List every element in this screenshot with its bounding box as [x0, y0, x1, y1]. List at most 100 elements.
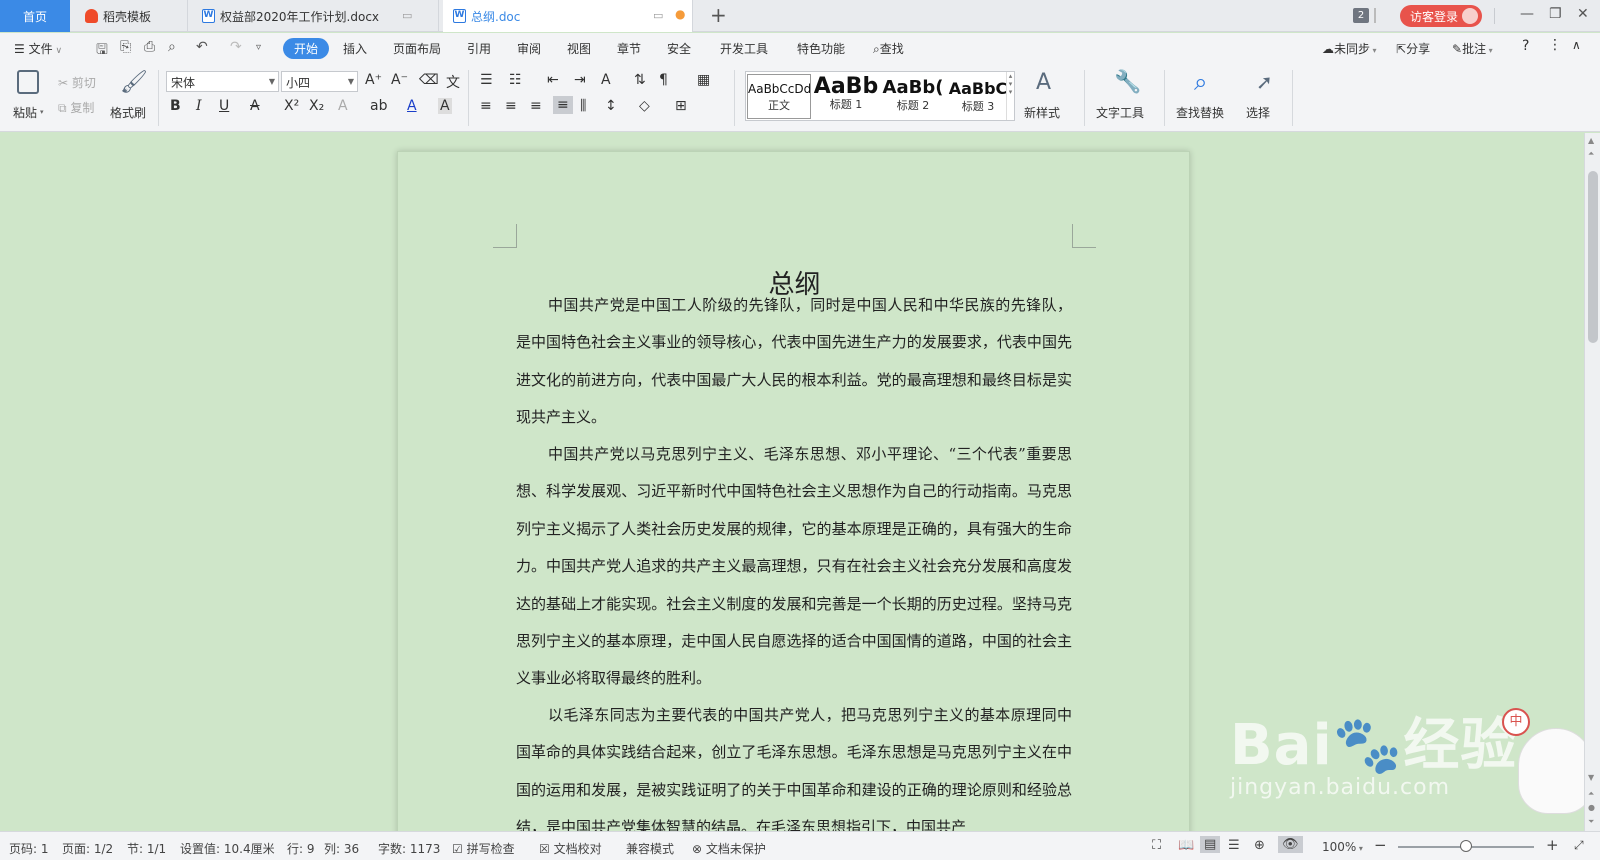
- phonetic-guide-icon[interactable]: 文: [446, 72, 460, 92]
- spell-check-button[interactable]: ☑ 拼写检查: [452, 840, 515, 857]
- decrease-font-icon[interactable]: A⁻: [391, 72, 408, 88]
- doc-paragraph[interactable]: 中国共产党以马克思列宁主义、毛泽东思想、邓小平理论、“三个代表”重要思想、科学发…: [516, 436, 1072, 698]
- italic-icon[interactable]: I: [196, 98, 202, 114]
- tab-insert[interactable]: 插入: [343, 40, 367, 57]
- fit-page-icon[interactable]: ⤢: [1574, 838, 1584, 853]
- zoom-out-icon[interactable]: −: [1374, 836, 1387, 854]
- tab-security[interactable]: 安全: [667, 40, 691, 57]
- copy-button[interactable]: ⧉ 复制: [58, 99, 94, 116]
- redo-icon[interactable]: ↷: [230, 39, 242, 55]
- fullscreen-icon[interactable]: ⛶: [1152, 838, 1161, 853]
- save-icon[interactable]: 🖫: [96, 39, 108, 63]
- share-button[interactable]: ⇱分享: [1396, 40, 1430, 57]
- tab-home[interactable]: 首页: [0, 0, 70, 32]
- bold-icon[interactable]: B: [170, 98, 181, 114]
- text-effect-icon[interactable]: A: [338, 98, 348, 114]
- file-menu[interactable]: ☰ 文件 ∨: [14, 40, 62, 57]
- font-color-icon[interactable]: A: [407, 98, 417, 114]
- export-pdf-icon[interactable]: ⎘: [120, 39, 131, 55]
- format-painter-button[interactable]: 🖌 格式刷: [108, 68, 152, 128]
- text-tools-button[interactable]: 🔧 文字工具: [1094, 68, 1156, 128]
- undo-icon[interactable]: ↶: [196, 39, 208, 55]
- document-page[interactable]: 总纲 中国共产党是中国工人阶级的先锋队，同时是中国人民和中华民族的先锋队，是中国…: [397, 151, 1190, 831]
- customize-toolbar-icon[interactable]: ▿: [256, 42, 261, 53]
- zoom-in-icon[interactable]: +: [1546, 836, 1559, 854]
- clear-format-icon[interactable]: ⌫: [419, 72, 439, 88]
- align-right-icon[interactable]: ≡: [530, 98, 542, 114]
- align-justify-icon[interactable]: ≡: [553, 96, 573, 114]
- char-shading-icon[interactable]: A: [438, 98, 452, 114]
- font-name-select[interactable]: 宋体 ▼: [166, 71, 279, 92]
- monitor-icon[interactable]: ▭: [653, 9, 663, 22]
- page-view-icon[interactable]: ▤: [1200, 836, 1221, 853]
- print-icon[interactable]: ⎙: [144, 39, 155, 55]
- doc-paragraph[interactable]: 以毛泽东同志为主要代表的中国共产党人，把马克思列宁主义的基本原理同中国革命的具体…: [516, 697, 1072, 831]
- tab-developer[interactable]: 开发工具: [720, 40, 768, 57]
- select-browse-icon[interactable]: ●: [1588, 803, 1595, 812]
- doc-protect-button[interactable]: ⊗ 文档未保护: [692, 840, 766, 857]
- print-preview-icon[interactable]: ⌕: [168, 39, 176, 55]
- input-method-badge[interactable]: 中: [1502, 708, 1530, 736]
- status-setting[interactable]: 设置值: 10.4厘米: [180, 840, 275, 857]
- table-icon[interactable]: ▦: [697, 72, 710, 88]
- web-view-icon[interactable]: ⊕: [1254, 838, 1265, 853]
- status-pages[interactable]: 页面: 1/2: [62, 840, 113, 857]
- sort-icon[interactable]: ⇅: [634, 72, 646, 88]
- highlight-icon[interactable]: ab: [370, 98, 387, 114]
- increase-indent-icon[interactable]: ⇥: [574, 72, 586, 88]
- prev-page-icon[interactable]: ⏶: [1588, 149, 1594, 159]
- new-tab-button[interactable]: +: [710, 3, 727, 27]
- status-page-code[interactable]: 页码: 1: [9, 840, 49, 857]
- eye-protection-icon[interactable]: 👁: [1278, 836, 1303, 853]
- style-heading-2[interactable]: AaBb( 标题 2: [881, 74, 945, 119]
- vertical-scrollbar[interactable]: ▲ ⏶ ▼ ⏶ ● ⏷: [1584, 133, 1600, 831]
- prev-page-icon[interactable]: ⏶: [1588, 789, 1594, 799]
- superscript-icon[interactable]: X²: [284, 98, 299, 114]
- shading-icon[interactable]: ◇: [639, 98, 650, 114]
- collapse-ribbon-icon[interactable]: ∧: [1572, 38, 1581, 52]
- tab-review[interactable]: 审阅: [517, 40, 541, 57]
- new-style-button[interactable]: A 新样式: [1022, 68, 1074, 128]
- restore-icon[interactable]: ❐: [1549, 6, 1562, 22]
- scrollbar-thumb[interactable]: [1588, 171, 1598, 343]
- tab-view[interactable]: 视图: [567, 40, 591, 57]
- zoom-level[interactable]: 100% ▾: [1322, 840, 1363, 854]
- read-mode-icon[interactable]: 📖: [1178, 838, 1194, 853]
- style-heading-3[interactable]: AaBbC 标题 3: [947, 74, 1009, 119]
- chinese-layout-icon[interactable]: A: [601, 72, 611, 88]
- tab-chapter[interactable]: 章节: [617, 40, 641, 57]
- style-heading-1[interactable]: AaBb 标题 1: [813, 74, 879, 119]
- minimize-icon[interactable]: —: [1520, 6, 1534, 22]
- search-command[interactable]: ⌕查找: [873, 40, 904, 57]
- tab-home-ribbon[interactable]: 开始: [283, 38, 330, 59]
- sync-status[interactable]: ☁未同步 ▾: [1322, 40, 1377, 57]
- strikethrough-icon[interactable]: A: [250, 98, 260, 114]
- doc-paragraph[interactable]: 中国共产党是中国工人阶级的先锋队，同时是中国人民和中华民族的先锋队，是中国特色社…: [516, 287, 1072, 437]
- font-size-select[interactable]: 小四 ▼: [281, 71, 358, 92]
- tab-work-plan-doc[interactable]: W 权益部2020年工作计划.docx ▭: [192, 0, 439, 32]
- scroll-down-icon[interactable]: ▼: [1588, 773, 1594, 782]
- find-replace-button[interactable]: ⌕ 查找替换: [1174, 68, 1236, 128]
- numbered-list-icon[interactable]: ☷: [509, 72, 522, 88]
- underline-icon[interactable]: U: [219, 98, 229, 114]
- paste-button[interactable]: 粘贴 ▾: [12, 68, 48, 128]
- next-page-icon[interactable]: ⏷: [1588, 817, 1594, 827]
- tab-docer-templates[interactable]: 稻壳模板: [75, 0, 188, 32]
- distributed-align-icon[interactable]: ⫼: [580, 98, 586, 114]
- increase-font-icon[interactable]: A⁺: [365, 72, 382, 88]
- tab-references[interactable]: 引用: [467, 40, 491, 57]
- status-row[interactable]: 行: 9: [287, 840, 315, 857]
- select-button[interactable]: ➚ 选择: [1244, 68, 1284, 128]
- guest-login-button[interactable]: 访客登录: [1400, 5, 1482, 27]
- close-icon[interactable]: ✕: [1577, 6, 1589, 22]
- monitor-icon[interactable]: ▭: [402, 9, 412, 22]
- mascot-icon[interactable]: [1518, 728, 1594, 814]
- tab-page-layout[interactable]: 页面布局: [393, 40, 441, 57]
- comment-button[interactable]: ✎批注 ▾: [1452, 40, 1493, 57]
- status-section[interactable]: 节: 1/1: [127, 840, 166, 857]
- zoom-slider-handle[interactable]: [1460, 840, 1472, 852]
- outline-view-icon[interactable]: ☰: [1228, 838, 1240, 853]
- scroll-up-icon[interactable]: ▲: [1588, 136, 1594, 145]
- align-left-icon[interactable]: ≡: [480, 98, 492, 114]
- subscript-icon[interactable]: X₂: [309, 98, 324, 114]
